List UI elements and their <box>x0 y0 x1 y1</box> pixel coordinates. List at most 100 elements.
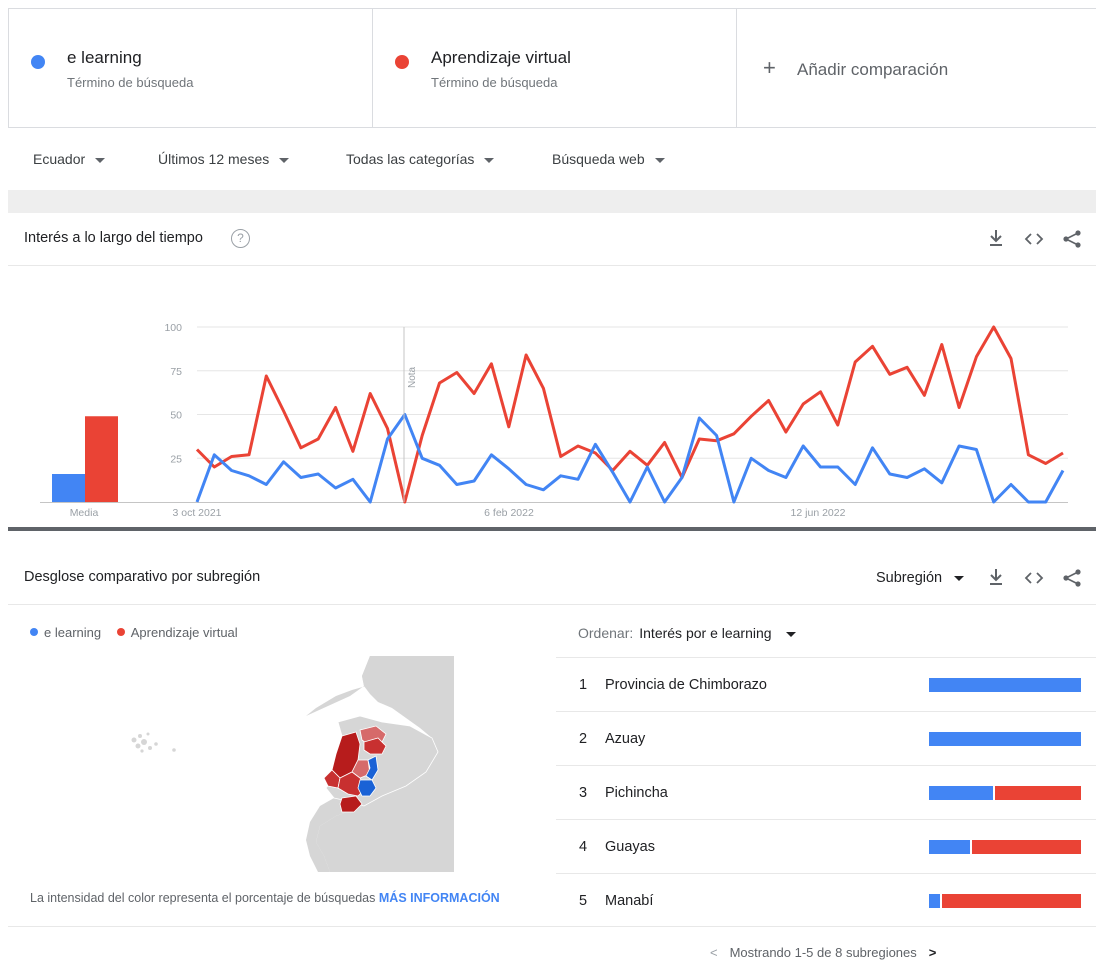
y-tick-label: 75 <box>170 366 182 378</box>
average-label: Media <box>70 507 99 519</box>
region-rank: 1 <box>579 677 588 693</box>
add-comparison-label: Añadir comparación <box>797 60 949 79</box>
aprendizaje-virtual-share <box>994 786 1081 800</box>
interest-title: Interés a lo largo del tiempo <box>24 230 203 246</box>
embed-icon[interactable] <box>1022 231 1046 251</box>
region-name: Manabí <box>605 893 654 909</box>
x-ticks: 3 oct 2021 6 feb 2022 12 jun 2022 <box>172 507 845 519</box>
section-separator <box>8 527 1096 531</box>
bottom-divider <box>8 926 1096 927</box>
caret-down-icon <box>954 575 965 581</box>
add-comparison-button[interactable]: + Añadir comparación <box>737 9 1096 127</box>
caret-down-icon <box>654 157 665 163</box>
filter-label: Todas las categorías <box>346 151 475 167</box>
help-icon[interactable]: ? <box>231 229 250 248</box>
more-info-link[interactable]: MÁS INFORMACIÓN <box>379 891 500 905</box>
embed-icon[interactable] <box>1022 570 1046 590</box>
region-row[interactable]: 5 Manabí <box>556 873 1096 927</box>
e-learning-share <box>929 894 940 908</box>
average-bars <box>52 416 118 502</box>
term-color-dot <box>31 55 45 69</box>
e-learning-share <box>929 678 1081 692</box>
x-tick-label: 12 jun 2022 <box>791 507 846 519</box>
e-learning-share <box>929 786 993 800</box>
average-bar-aprendizaje-virtual[interactable] <box>85 416 118 502</box>
y-tick-label: 50 <box>170 410 182 422</box>
aprendizaje-virtual-share <box>941 894 1081 908</box>
region-share-bar <box>929 732 1081 746</box>
region-share-bar <box>929 894 1081 908</box>
aprendizaje-virtual-share <box>972 840 1081 854</box>
map-legend: e learning Aprendizaje virtual <box>30 625 238 640</box>
region-rank: 3 <box>579 785 588 801</box>
note-label[interactable]: Nota <box>407 366 418 388</box>
section-gap <box>8 190 1096 213</box>
galapagos-islands <box>131 732 176 753</box>
term-color-dot <box>395 55 409 69</box>
e-learning-share <box>929 840 971 854</box>
region-name: Provincia de Chimborazo <box>605 677 767 693</box>
legend-dot <box>30 628 38 636</box>
term-type: Término de búsqueda <box>67 75 194 90</box>
region-share-bar <box>929 840 1081 854</box>
filter-label: Últimos 12 meses <box>158 151 270 167</box>
term-card-e-learning[interactable]: e learning Término de búsqueda <box>9 9 373 127</box>
pagination: < Mostrando 1-5 de 8 subregiones > <box>710 945 936 960</box>
y-ticks: 25 50 75 100 <box>164 322 182 465</box>
y-tick-label: 25 <box>170 453 182 465</box>
filter-label: Ecuador <box>33 151 86 167</box>
header-divider <box>8 265 1096 266</box>
download-icon[interactable] <box>985 229 1007 251</box>
filter-search-type-dropdown[interactable]: Búsqueda web <box>552 151 665 167</box>
term-type: Término de búsqueda <box>431 75 558 90</box>
region-row[interactable]: 1 Provincia de Chimborazo <box>556 657 1096 711</box>
e-learning-share <box>929 732 1081 746</box>
caret-down-icon <box>279 157 290 163</box>
subregion-dropdown[interactable]: Subregión <box>876 570 965 586</box>
region-row[interactable]: 4 Guayas <box>556 819 1096 873</box>
filter-location-dropdown[interactable]: Ecuador <box>33 151 106 167</box>
caret-down-icon <box>484 157 495 163</box>
y-tick-label: 100 <box>164 322 182 334</box>
sort-label: Ordenar: <box>578 625 634 641</box>
share-icon[interactable] <box>1060 229 1084 251</box>
x-tick-label: 3 oct 2021 <box>172 507 221 519</box>
region-rank: 4 <box>579 839 588 855</box>
header-divider <box>8 604 1096 605</box>
region-name: Azuay <box>605 731 646 747</box>
filter-time-dropdown[interactable]: Últimos 12 meses <box>158 151 290 167</box>
download-icon[interactable] <box>985 568 1007 590</box>
filter-label: Búsqueda web <box>552 151 645 167</box>
subregion-title: Desglose comparativo por subregión <box>24 569 261 585</box>
region-name: Pichincha <box>605 785 668 801</box>
intensity-note: La intensidad del color representa el po… <box>30 891 500 905</box>
intensity-text: La intensidad del color representa el po… <box>30 891 376 905</box>
region-row[interactable]: 2 Azuay <box>556 711 1096 765</box>
term-name: e learning <box>67 48 142 67</box>
region-share-bar <box>929 786 1081 800</box>
legend-dot <box>116 628 125 636</box>
legend-item: Aprendizaje virtual <box>130 625 238 640</box>
subregion-dropdown-label: Subregión <box>876 570 943 586</box>
term-name: Aprendizaje virtual <box>431 48 571 67</box>
legend-item: e learning <box>44 625 102 640</box>
region-row[interactable]: 3 Pichincha <box>556 765 1096 819</box>
compare-bar: e learning Término de búsqueda Aprendiza… <box>8 8 1096 128</box>
pager-text: Mostrando 1-5 de 8 subregiones <box>729 945 917 960</box>
filter-category-dropdown[interactable]: Todas las categorías <box>346 151 495 167</box>
caret-down-icon <box>95 157 106 163</box>
ecuador-map[interactable] <box>120 656 460 876</box>
share-icon[interactable] <box>1060 568 1084 590</box>
average-bar-e-learning[interactable] <box>52 474 85 502</box>
plus-icon: + <box>763 55 776 80</box>
chart-grid <box>40 326 1068 503</box>
region-rank: 2 <box>579 731 588 747</box>
term-card-aprendizaje-virtual[interactable]: Aprendizaje virtual Término de búsqueda <box>373 9 737 127</box>
prev-page-icon[interactable]: < <box>710 945 718 960</box>
interest-chart: 25 50 75 100 3 oct 2021 6 feb 2022 12 jun 202… <box>40 322 1068 519</box>
sort-dropdown[interactable]: Ordenar: Interés por e learning <box>578 625 796 641</box>
caret-down-icon <box>785 631 796 637</box>
next-page-icon[interactable]: > <box>929 945 937 960</box>
region-name: Guayas <box>605 839 655 855</box>
region-rank: 5 <box>579 893 588 909</box>
